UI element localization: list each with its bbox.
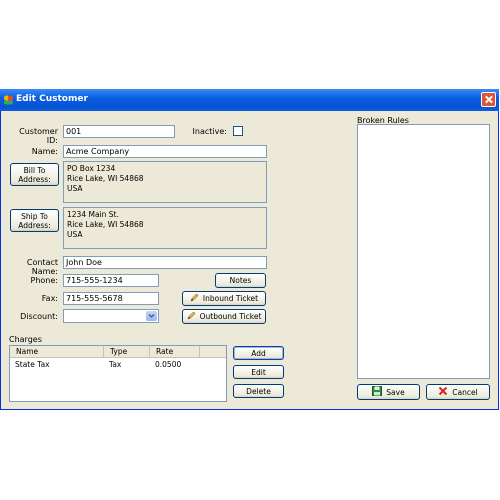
column-header-rate[interactable]: Rate: [150, 346, 200, 358]
chevron-down-icon[interactable]: [146, 311, 157, 321]
pencil-icon: [187, 311, 196, 322]
window-title: Edit Customer: [16, 94, 88, 104]
cell-type: Tax: [109, 360, 122, 369]
customer-id-field[interactable]: 001: [63, 125, 175, 138]
close-button[interactable]: [481, 92, 496, 107]
discount-label: Discount:: [20, 312, 58, 321]
name-field[interactable]: Acme Company: [63, 145, 267, 158]
contact-name-field[interactable]: John Doe: [63, 256, 267, 269]
column-header-type[interactable]: Type: [104, 346, 150, 358]
table-row[interactable]: State Tax Tax 0.0500: [10, 359, 226, 370]
charges-label: Charges: [9, 335, 42, 344]
cancel-button[interactable]: Cancel: [426, 384, 490, 400]
add-charge-button-label: Add: [251, 348, 266, 358]
ship-to-address-button-label: Ship To Address:: [18, 211, 51, 230]
phone-field[interactable]: 715-555-1234: [63, 274, 159, 287]
delete-charge-button[interactable]: Delete: [233, 384, 284, 398]
discount-select[interactable]: [63, 309, 159, 323]
delete-charge-button-label: Delete: [246, 386, 271, 396]
pencil-icon: [190, 293, 199, 304]
floppy-disk-icon: [372, 386, 383, 398]
app-icon: [3, 94, 14, 105]
ship-to-address-button[interactable]: Ship To Address:: [10, 209, 59, 232]
edit-charge-button-label: Edit: [251, 367, 266, 377]
inbound-ticket-button-label: Inbound Ticket: [202, 294, 259, 303]
title-bar[interactable]: Edit Customer: [0, 89, 499, 111]
edit-charge-button[interactable]: Edit: [233, 365, 284, 379]
broken-rules-list[interactable]: [357, 124, 490, 379]
bill-to-address-display: PO Box 1234 Rice Lake, WI 54868 USA: [63, 161, 267, 203]
customer-id-label: Customer ID:: [19, 127, 58, 145]
bill-to-address-button[interactable]: Bill To Address:: [10, 163, 59, 186]
ship-to-address-display: 1234 Main St. Rice Lake, WI 54868 USA: [63, 207, 267, 249]
cell-rate: 0.0500: [155, 360, 182, 369]
inbound-ticket-button[interactable]: Inbound Ticket: [182, 291, 266, 306]
fax-label: Fax:: [41, 294, 58, 303]
outbound-ticket-button-label: Outbound Ticket: [199, 312, 262, 321]
inactive-checkbox[interactable]: [233, 126, 243, 136]
phone-label: Phone:: [30, 276, 58, 285]
cancel-x-icon: [438, 386, 448, 398]
notes-button[interactable]: Notes: [215, 273, 266, 288]
inactive-label: Inactive:: [192, 127, 227, 136]
cell-name: State Tax: [15, 360, 50, 369]
save-button[interactable]: Save: [357, 384, 420, 400]
column-header-filler: [200, 346, 226, 358]
charges-grid[interactable]: Name Type Rate State Tax Tax 0.0500: [9, 345, 227, 402]
bill-to-address-button-label: Bill To Address:: [18, 165, 51, 184]
contact-name-label: Contact Name:: [26, 258, 58, 276]
cancel-button-label: Cancel: [452, 387, 478, 397]
column-header-name[interactable]: Name: [10, 346, 104, 358]
add-charge-button[interactable]: Add: [233, 346, 284, 360]
name-label: Name:: [31, 147, 58, 156]
save-button-label: Save: [386, 387, 405, 397]
fax-field[interactable]: 715-555-5678: [63, 292, 159, 305]
outbound-ticket-button[interactable]: Outbound Ticket: [182, 309, 266, 324]
notes-button-label: Notes: [229, 276, 252, 285]
